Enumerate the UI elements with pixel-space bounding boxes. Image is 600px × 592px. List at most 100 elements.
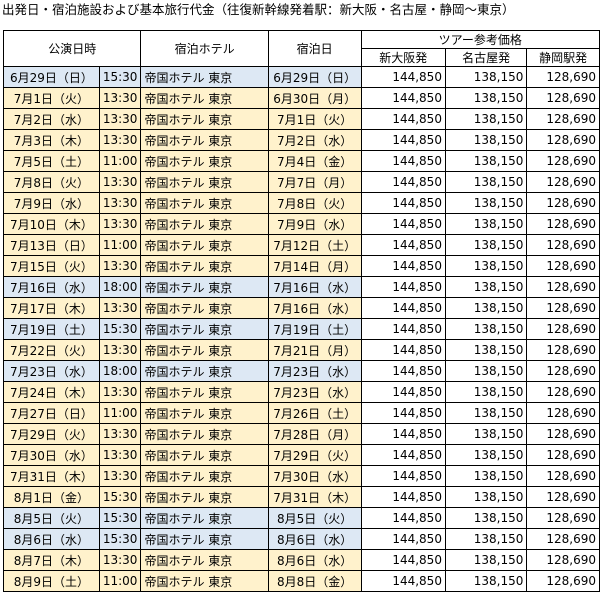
hotel-cell: 帝国ホテル 東京 bbox=[140, 339, 269, 361]
hotel-cell: 帝国ホテル 東京 bbox=[140, 549, 269, 571]
table-row: 7月9日（水） 13:30 帝国ホテル 東京 7月8日（火） 144,850 138,15… bbox=[3, 192, 600, 214]
performance-time-cell: 11:00 bbox=[98, 234, 142, 256]
price-shizuoka-cell: 128,690 bbox=[526, 297, 600, 319]
price-shin-osaka-cell: 144,850 bbox=[360, 108, 446, 130]
performance-time-cell: 18:00 bbox=[98, 360, 142, 382]
performance-date-cell: 7月1日（火） bbox=[3, 87, 100, 109]
performance-time-cell: 13:30 bbox=[98, 192, 142, 214]
performance-date-cell: 8月1日（金） bbox=[3, 486, 100, 508]
header-stay-date: 宿泊日 bbox=[267, 30, 362, 67]
price-shizuoka-cell: 128,690 bbox=[526, 213, 600, 235]
stay-date-cell: 7月4日（金） bbox=[267, 150, 362, 172]
hotel-cell: 帝国ホテル 東京 bbox=[140, 255, 269, 277]
hotel-cell: 帝国ホテル 東京 bbox=[140, 129, 269, 151]
stay-date-cell: 7月26日（土） bbox=[267, 402, 362, 424]
performance-time-cell: 13:30 bbox=[98, 381, 142, 403]
table-row: 6月29日（日） 15:30 帝国ホテル 東京 6月29日（日） 144,850 138,… bbox=[3, 66, 600, 88]
header-hotel: 宿泊ホテル bbox=[140, 30, 269, 67]
performance-time-cell: 13:30 bbox=[98, 465, 142, 487]
hotel-cell: 帝国ホテル 東京 bbox=[140, 318, 269, 340]
hotel-cell: 帝国ホテル 東京 bbox=[140, 297, 269, 319]
table-row: 7月30日（水） 13:30 帝国ホテル 東京 7月29日（火） 144,850 138,… bbox=[3, 444, 600, 466]
table-row: 7月13日（日） 11:00 帝国ホテル 東京 7月12日（土） 144,850 138,… bbox=[3, 234, 600, 256]
table-row: 7月24日（木） 13:30 帝国ホテル 東京 7月23日（水） 144,850 138,… bbox=[3, 381, 600, 403]
performance-time-cell: 13:30 bbox=[98, 213, 142, 235]
price-shin-osaka-cell: 144,850 bbox=[360, 129, 446, 151]
stay-date-cell: 7月29日（火） bbox=[267, 444, 362, 466]
price-shizuoka-cell: 128,690 bbox=[526, 234, 600, 256]
price-nagoya-cell: 138,150 bbox=[444, 276, 528, 298]
performance-date-cell: 8月5日（火） bbox=[3, 507, 100, 529]
hotel-cell: 帝国ホテル 東京 bbox=[140, 465, 269, 487]
price-shizuoka-cell: 128,690 bbox=[526, 486, 600, 508]
hotel-cell: 帝国ホテル 東京 bbox=[140, 444, 269, 466]
table-row: 7月19日（土） 15:30 帝国ホテル 東京 7月19日（土） 144,850 138,… bbox=[3, 318, 600, 340]
price-shizuoka-cell: 128,690 bbox=[526, 318, 600, 340]
price-shin-osaka-cell: 144,850 bbox=[360, 381, 446, 403]
performance-date-cell: 7月24日（木） bbox=[3, 381, 100, 403]
price-nagoya-cell: 138,150 bbox=[444, 402, 528, 424]
performance-date-cell: 7月9日（水） bbox=[3, 192, 100, 214]
performance-date-cell: 7月8日（火） bbox=[3, 171, 100, 193]
price-nagoya-cell: 138,150 bbox=[444, 213, 528, 235]
price-shin-osaka-cell: 144,850 bbox=[360, 402, 446, 424]
table-row: 7月29日（火） 13:30 帝国ホテル 東京 7月28日（月） 144,850 138,… bbox=[3, 423, 600, 445]
price-shin-osaka-cell: 144,850 bbox=[360, 423, 446, 445]
price-shin-osaka-cell: 144,850 bbox=[360, 87, 446, 109]
stay-date-cell: 7月31日（木） bbox=[267, 486, 362, 508]
stay-date-cell: 7月2日（水） bbox=[267, 129, 362, 151]
price-shizuoka-cell: 128,690 bbox=[526, 444, 600, 466]
tour-price-table: 公演日時 宿泊ホテル 宿泊日 ツアー参考価格 新大阪発 名古屋発 静岡駅発 6月… bbox=[2, 30, 600, 592]
price-shizuoka-cell: 128,690 bbox=[526, 381, 600, 403]
price-nagoya-cell: 138,150 bbox=[444, 66, 528, 88]
page-title: 出発日・宿泊施設および基本旅行代金（往復新幹線発着駅：新大阪・名古屋・静岡〜東京… bbox=[2, 2, 515, 17]
performance-date-cell: 7月10日（木） bbox=[3, 213, 100, 235]
price-nagoya-cell: 138,150 bbox=[444, 360, 528, 382]
table-row: 7月31日（木） 13:30 帝国ホテル 東京 7月30日（水） 144,850 138,… bbox=[3, 465, 600, 487]
performance-time-cell: 15:30 bbox=[98, 318, 142, 340]
price-nagoya-cell: 138,150 bbox=[444, 339, 528, 361]
hotel-cell: 帝国ホテル 東京 bbox=[140, 213, 269, 235]
performance-time-cell: 13:30 bbox=[98, 423, 142, 445]
price-shin-osaka-cell: 144,850 bbox=[360, 465, 446, 487]
price-shizuoka-cell: 128,690 bbox=[526, 549, 600, 571]
stay-date-cell: 7月28日（月） bbox=[267, 423, 362, 445]
performance-date-cell: 8月6日（水） bbox=[3, 528, 100, 550]
stay-date-cell: 7月23日（水） bbox=[267, 381, 362, 403]
table-body: 6月29日（日） 15:30 帝国ホテル 東京 6月29日（日） 144,850 138,… bbox=[3, 66, 600, 592]
performance-time-cell: 15:30 bbox=[98, 528, 142, 550]
header-performance: 公演日時 bbox=[2, 30, 142, 67]
price-nagoya-cell: 138,150 bbox=[444, 423, 528, 445]
hotel-cell: 帝国ホテル 東京 bbox=[140, 87, 269, 109]
hotel-cell: 帝国ホテル 東京 bbox=[140, 192, 269, 214]
hotel-cell: 帝国ホテル 東京 bbox=[140, 171, 269, 193]
performance-time-cell: 13:30 bbox=[98, 549, 142, 571]
price-shizuoka-cell: 128,690 bbox=[526, 171, 600, 193]
hotel-cell: 帝国ホテル 東京 bbox=[140, 507, 269, 529]
price-shin-osaka-cell: 144,850 bbox=[360, 297, 446, 319]
table-row: 7月3日（木） 13:30 帝国ホテル 東京 7月2日（水） 144,850 138,15… bbox=[3, 129, 600, 151]
price-shizuoka-cell: 128,690 bbox=[526, 192, 600, 214]
price-shizuoka-cell: 128,690 bbox=[526, 528, 600, 550]
price-shizuoka-cell: 128,690 bbox=[526, 507, 600, 529]
price-shin-osaka-cell: 144,850 bbox=[360, 444, 446, 466]
performance-time-cell: 13:30 bbox=[98, 108, 142, 130]
stay-date-cell: 8月8日（金） bbox=[267, 570, 362, 592]
hotel-cell: 帝国ホテル 東京 bbox=[140, 423, 269, 445]
performance-time-cell: 15:30 bbox=[98, 486, 142, 508]
table-row: 7月16日（水） 18:00 帝国ホテル 東京 7月16日（水） 144,850 138,… bbox=[3, 276, 600, 298]
stay-date-cell: 8月6日（水） bbox=[267, 549, 362, 571]
price-nagoya-cell: 138,150 bbox=[444, 486, 528, 508]
stay-date-cell: 7月7日（月） bbox=[267, 171, 362, 193]
table-row: 7月17日（木） 13:30 帝国ホテル 東京 7月16日（水） 144,850 138,… bbox=[3, 297, 600, 319]
hotel-cell: 帝国ホテル 東京 bbox=[140, 234, 269, 256]
price-shin-osaka-cell: 144,850 bbox=[360, 192, 446, 214]
price-nagoya-cell: 138,150 bbox=[444, 108, 528, 130]
table-row: 7月15日（火） 13:30 帝国ホテル 東京 7月14日（月） 144,850 138,… bbox=[3, 255, 600, 277]
price-shin-osaka-cell: 144,850 bbox=[360, 255, 446, 277]
price-shin-osaka-cell: 144,850 bbox=[360, 213, 446, 235]
performance-time-cell: 15:30 bbox=[98, 66, 142, 88]
header-shizuoka: 静岡駅発 bbox=[526, 48, 600, 67]
price-shin-osaka-cell: 144,850 bbox=[360, 150, 446, 172]
performance-time-cell: 13:30 bbox=[98, 444, 142, 466]
